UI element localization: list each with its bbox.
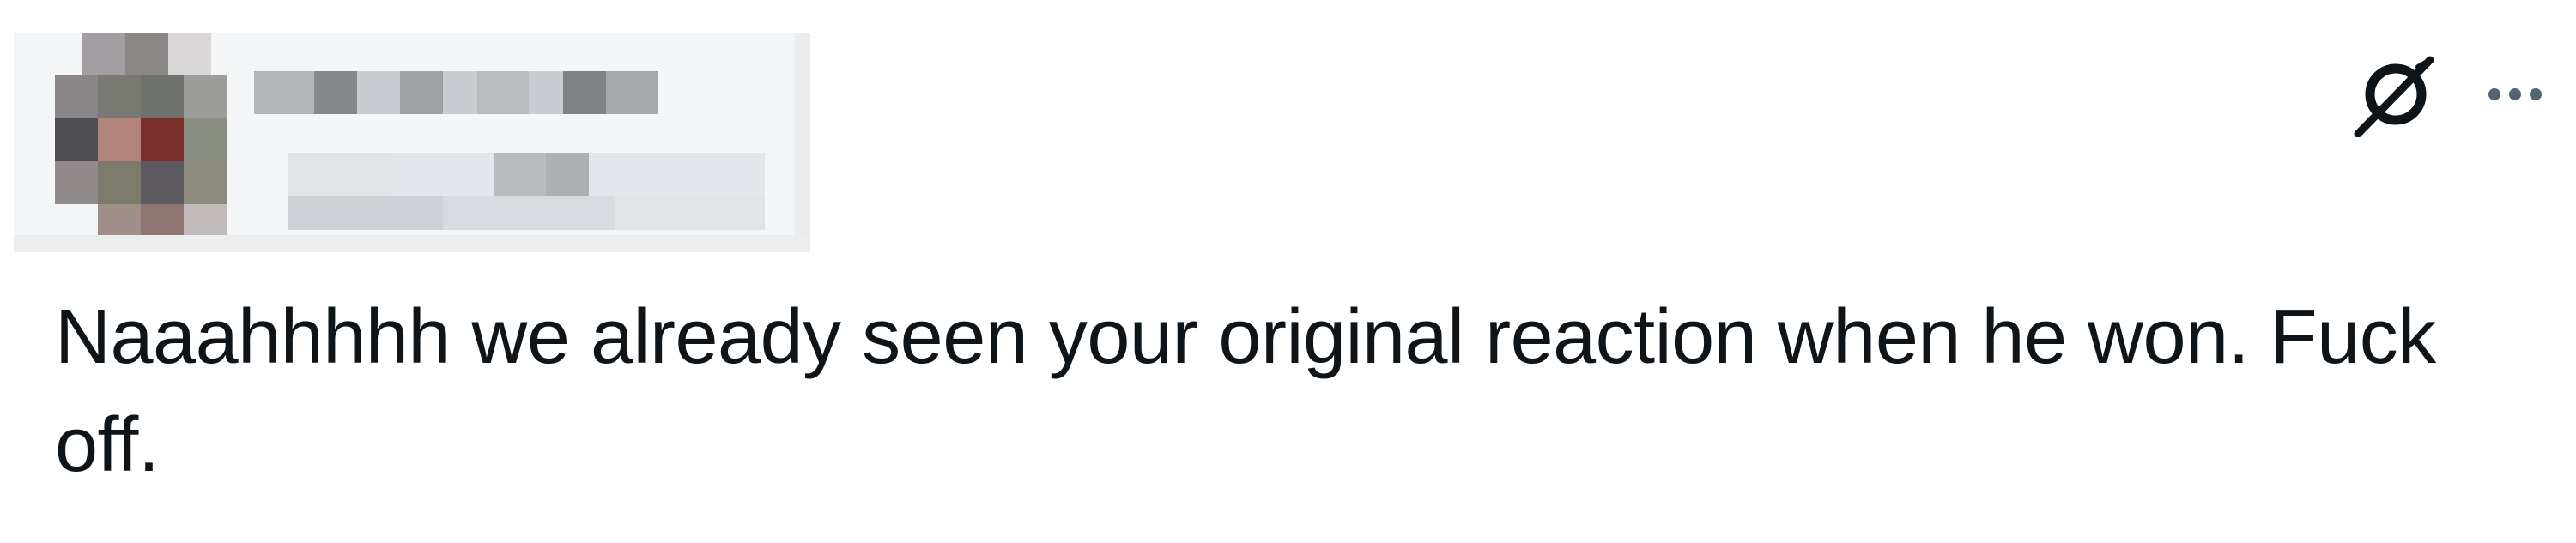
redaction-edge	[795, 33, 810, 252]
post-text: Naaahhhhh we already seen your original …	[55, 294, 2436, 488]
grok-icon[interactable]	[2351, 51, 2437, 137]
redacted-author-header	[14, 33, 810, 252]
redaction-edge	[14, 235, 810, 252]
post-card[interactable]: Naaahhhhh we already seen your original …	[0, 0, 2576, 543]
more-horizontal-icon[interactable]	[2488, 88, 2542, 100]
redacted-handle[interactable]	[288, 153, 765, 230]
redacted-display-name[interactable]	[254, 71, 658, 114]
post-actions	[2351, 51, 2542, 137]
avatar[interactable]	[55, 33, 227, 252]
